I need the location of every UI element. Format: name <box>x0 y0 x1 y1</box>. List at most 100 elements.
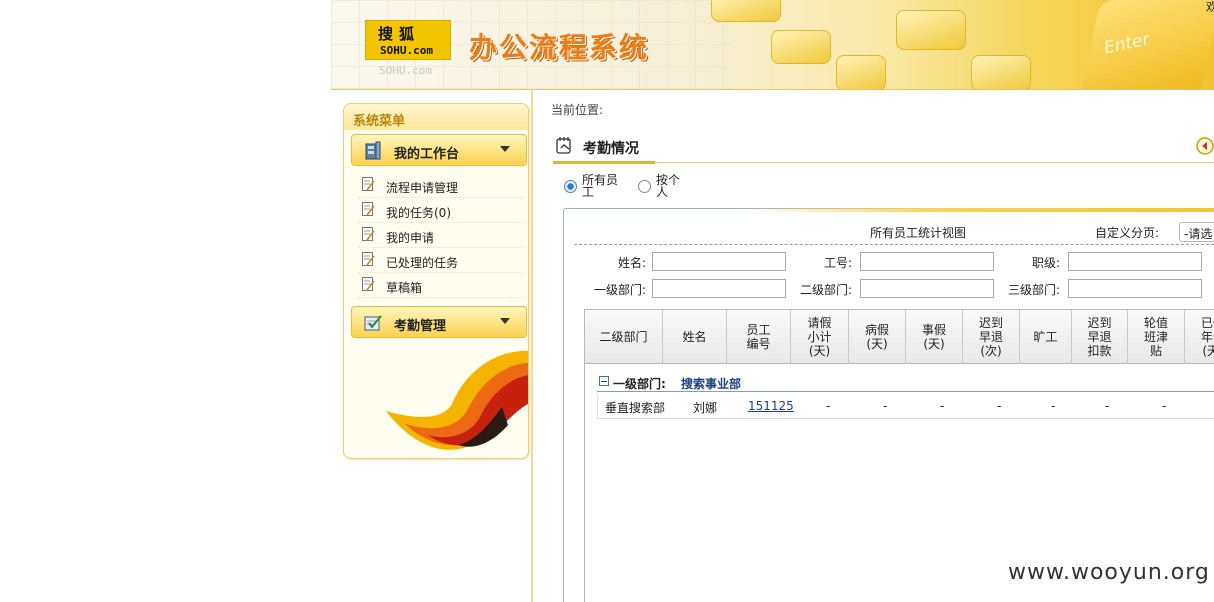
dept1-input[interactable] <box>652 279 786 298</box>
content-divider <box>531 90 533 602</box>
document-edit-icon <box>362 177 375 191</box>
col-absent[interactable]: 旷工 <box>1020 310 1072 364</box>
section-header: 考勤情况 <box>553 133 1214 164</box>
radio-button[interactable] <box>638 180 651 193</box>
table-header: 二级部门 姓名 员工编号 请假小计(天) 病假(天) 事假(天) 迟到早退(次)… <box>585 309 1214 364</box>
col-late-deduction[interactable]: 迟到早退扣款 <box>1072 310 1128 364</box>
col-personal-leave[interactable]: 事假(天) <box>906 310 963 364</box>
group-row: 一级部门: 搜索事业部 <box>597 372 1214 392</box>
menu-item-label: 我的任务(0) <box>386 206 451 220</box>
menu-item-label: 草稿箱 <box>386 281 423 295</box>
radio-button-checked[interactable] <box>564 180 577 193</box>
sohu-logo[interactable]: 搜狐 SOHU.com <box>365 20 451 60</box>
col-name[interactable]: 姓名 <box>663 310 727 364</box>
attendance-table: 二级部门 姓名 员工编号 请假小计(天) 病假(天) 事假(天) 迟到早退(次)… <box>584 309 1214 602</box>
group-name: 搜索事业部 <box>681 377 742 391</box>
menu-item-label: 我的申请 <box>386 231 435 245</box>
col-shift-allowance[interactable]: 轮值班津贴 <box>1128 310 1185 364</box>
app-window: 搜狐 SOHU.com SOHU.com 办公流程系统 Enter 欢 系统菜单… <box>0 0 1214 602</box>
logo-en-text: SOHU.com <box>380 44 433 57</box>
menu-group-label: 考勤管理 <box>394 319 447 334</box>
view-title: 所有员工统计视图 <box>870 226 967 240</box>
col-emp-no[interactable]: 员工编号 <box>727 310 791 364</box>
decor-key <box>836 55 886 89</box>
dept3-label: 三级部门: <box>1007 283 1060 297</box>
menu-group-workbench[interactable]: 我的工作台 <box>351 134 527 166</box>
menu-group-attendance[interactable]: 考勤管理 <box>351 306 527 338</box>
cell-leave-total: - <box>826 399 831 413</box>
logo-cn-text: 搜狐 <box>378 25 421 43</box>
radio-label: 按个人 <box>656 173 681 199</box>
chevron-down-icon <box>500 146 510 152</box>
section-title: 考勤情况 <box>583 141 639 157</box>
collapse-icon[interactable] <box>599 376 609 386</box>
employee-no-link[interactable]: 151125 <box>748 399 794 413</box>
system-title: 办公流程系统 <box>469 31 650 64</box>
attendance-icon <box>364 315 382 331</box>
cell-late-deduct: - <box>1105 399 1110 413</box>
breadcrumb: 当前位置: <box>551 103 604 117</box>
col-sick-leave[interactable]: 病假(天) <box>849 310 906 364</box>
cell-personal: - <box>940 399 945 413</box>
menu-item-label: 已处理的任务 <box>386 256 459 270</box>
table-row[interactable]: 垂直搜索部 刘娜 151125 - - - - - - - <box>597 393 1214 419</box>
dept2-label: 二级部门: <box>799 283 852 297</box>
decor-key <box>896 10 966 50</box>
menu-item-my-applications[interactable]: 我的申请 <box>358 223 524 248</box>
group-label: 一级部门: <box>613 377 666 391</box>
menu-item-my-tasks[interactable]: 我的任务(0) <box>358 198 524 223</box>
radio-label: 所有员工 <box>582 173 619 199</box>
dept2-input[interactable] <box>860 279 994 298</box>
document-edit-icon <box>362 202 375 216</box>
dept1-label: 一级部门: <box>593 283 646 297</box>
name-label: 姓名: <box>617 256 646 270</box>
decor-key <box>711 0 781 22</box>
sidebar-menu: 系统菜单 我的工作台 流程申请管理 我的任务(0) 我的申请 已处理的任务 草稿… <box>343 103 529 459</box>
sidebar-title-bar: 系统菜单 <box>344 104 528 130</box>
cell-absent: - <box>1051 399 1056 413</box>
name-input[interactable] <box>652 252 786 271</box>
col-late[interactable]: 迟到早退(次) <box>963 310 1020 364</box>
col-dept2[interactable]: 二级部门 <box>585 310 663 364</box>
chevron-down-icon <box>500 318 510 324</box>
welcome-text: 欢 <box>1206 0 1214 15</box>
emp-no-label: 工号: <box>823 256 852 270</box>
level-input[interactable] <box>1068 252 1202 271</box>
dept3-input[interactable] <box>1068 279 1202 298</box>
cell-emp-no: 151125 <box>748 399 794 413</box>
cell-sick: - <box>883 399 888 413</box>
menu-item-list: 流程申请管理 我的任务(0) 我的申请 已处理的任务 草稿箱 <box>358 173 524 298</box>
page-size-select[interactable]: -请选 <box>1179 222 1214 242</box>
section-underline <box>553 161 655 164</box>
statistics-panel: 所有员工统计视图 自定义分页: -请选 姓名: 工号: 职级: 一级部门: 二级… <box>563 208 1214 602</box>
panel-top-highlight <box>744 208 1214 212</box>
watermark: www.wooyun.org <box>1008 560 1210 585</box>
emp-no-input[interactable] <box>860 252 994 271</box>
menu-group-label: 我的工作台 <box>394 147 460 162</box>
menu-item-label: 流程申请管理 <box>386 181 459 195</box>
cell-name: 刘娜 <box>693 401 718 415</box>
col-leave-total[interactable]: 请假小计(天) <box>791 310 849 364</box>
flame-decoration-icon <box>386 351 528 450</box>
notebook-icon <box>556 137 571 154</box>
cell-late: - <box>997 399 1002 413</box>
menu-item-processed-tasks[interactable]: 已处理的任务 <box>358 248 524 273</box>
document-edit-icon <box>362 252 375 266</box>
document-edit-icon <box>362 277 375 291</box>
custom-paging-label: 自定义分页: <box>1095 226 1160 240</box>
cell-shift-allowance: - <box>1162 399 1167 413</box>
level-label: 职级: <box>1031 256 1060 270</box>
decor-key <box>771 30 831 64</box>
back-arrow-icon[interactable] <box>1196 137 1214 155</box>
sidebar-title: 系统菜单 <box>353 114 406 129</box>
decor-key <box>971 55 1031 89</box>
workbench-icon <box>365 141 381 160</box>
menu-item-process-apply[interactable]: 流程申请管理 <box>358 173 524 198</box>
document-edit-icon <box>362 227 375 241</box>
menu-item-drafts[interactable]: 草稿箱 <box>358 273 524 298</box>
panel-divider <box>574 244 1214 245</box>
col-annual-leave[interactable]: 已休年假(天) <box>1185 310 1214 364</box>
header-banner: 搜狐 SOHU.com SOHU.com 办公流程系统 Enter 欢 <box>331 0 1214 90</box>
logo-reflection: SOHU.com <box>379 64 432 77</box>
cell-dept2: 垂直搜索部 <box>605 401 666 415</box>
